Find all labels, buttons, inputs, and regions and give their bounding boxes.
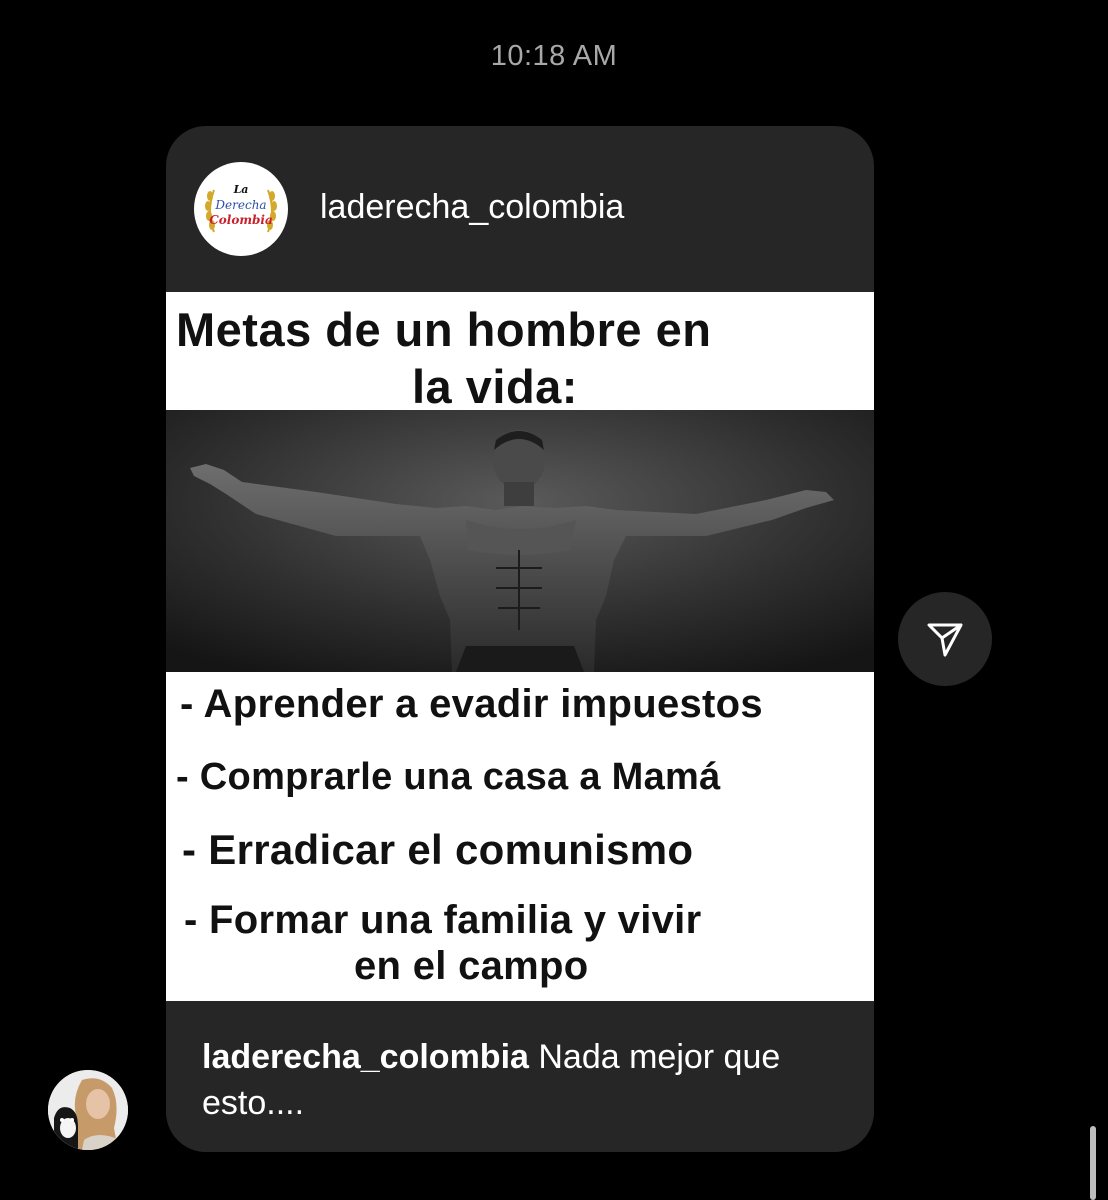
caption-username[interactable]: laderecha_colombia	[202, 1038, 529, 1076]
message-timestamp: 10:18 AM	[490, 40, 618, 72]
post-author-name[interactable]: laderecha_colombia	[320, 188, 624, 227]
meme-title-line-1: Metas de un hombre en	[176, 303, 712, 356]
meme-photo	[166, 410, 874, 672]
meme-goal-item: - Formar una familia y vivir	[184, 898, 702, 942]
author-avatar[interactable]: La Derecha Colombia	[194, 162, 288, 256]
share-button[interactable]	[898, 592, 992, 686]
meme-goal-item: - Comprarle una casa a Mamá	[176, 756, 721, 798]
share-icon	[927, 623, 963, 657]
muscular-man-image	[166, 410, 874, 672]
meme-goal-item: - Aprender a evadir impuestos	[180, 682, 763, 726]
meme-goals-list: - Aprender a evadir impuestos - Comprarl…	[166, 672, 874, 1001]
post-header[interactable]: La Derecha Colombia laderecha_colombia	[166, 126, 874, 292]
meme-title-line-2: la vida:	[412, 360, 578, 413]
scrollbar[interactable]	[1090, 1126, 1096, 1200]
avatar	[48, 1070, 128, 1150]
post-image[interactable]: Metas de un hombre en la vida: - Aprende…	[166, 292, 874, 1001]
meme-goal-item: - Erradicar el comunismo	[182, 826, 694, 873]
meme-goal-item-continuation: en el campo	[354, 944, 589, 988]
meme-title: Metas de un hombre en la vida:	[166, 296, 874, 413]
svg-text:Colombia: Colombia	[209, 213, 273, 227]
svg-text:La: La	[233, 183, 249, 196]
la-derecha-logo-icon: La Derecha Colombia	[195, 163, 287, 255]
svg-text:Derecha: Derecha	[214, 198, 266, 212]
sender-avatar[interactable]	[48, 1070, 128, 1150]
shared-post-card[interactable]: La Derecha Colombia laderecha_colombia M…	[166, 126, 874, 1152]
post-caption: laderecha_colombia Nada mejor que esto..…	[202, 1034, 842, 1126]
